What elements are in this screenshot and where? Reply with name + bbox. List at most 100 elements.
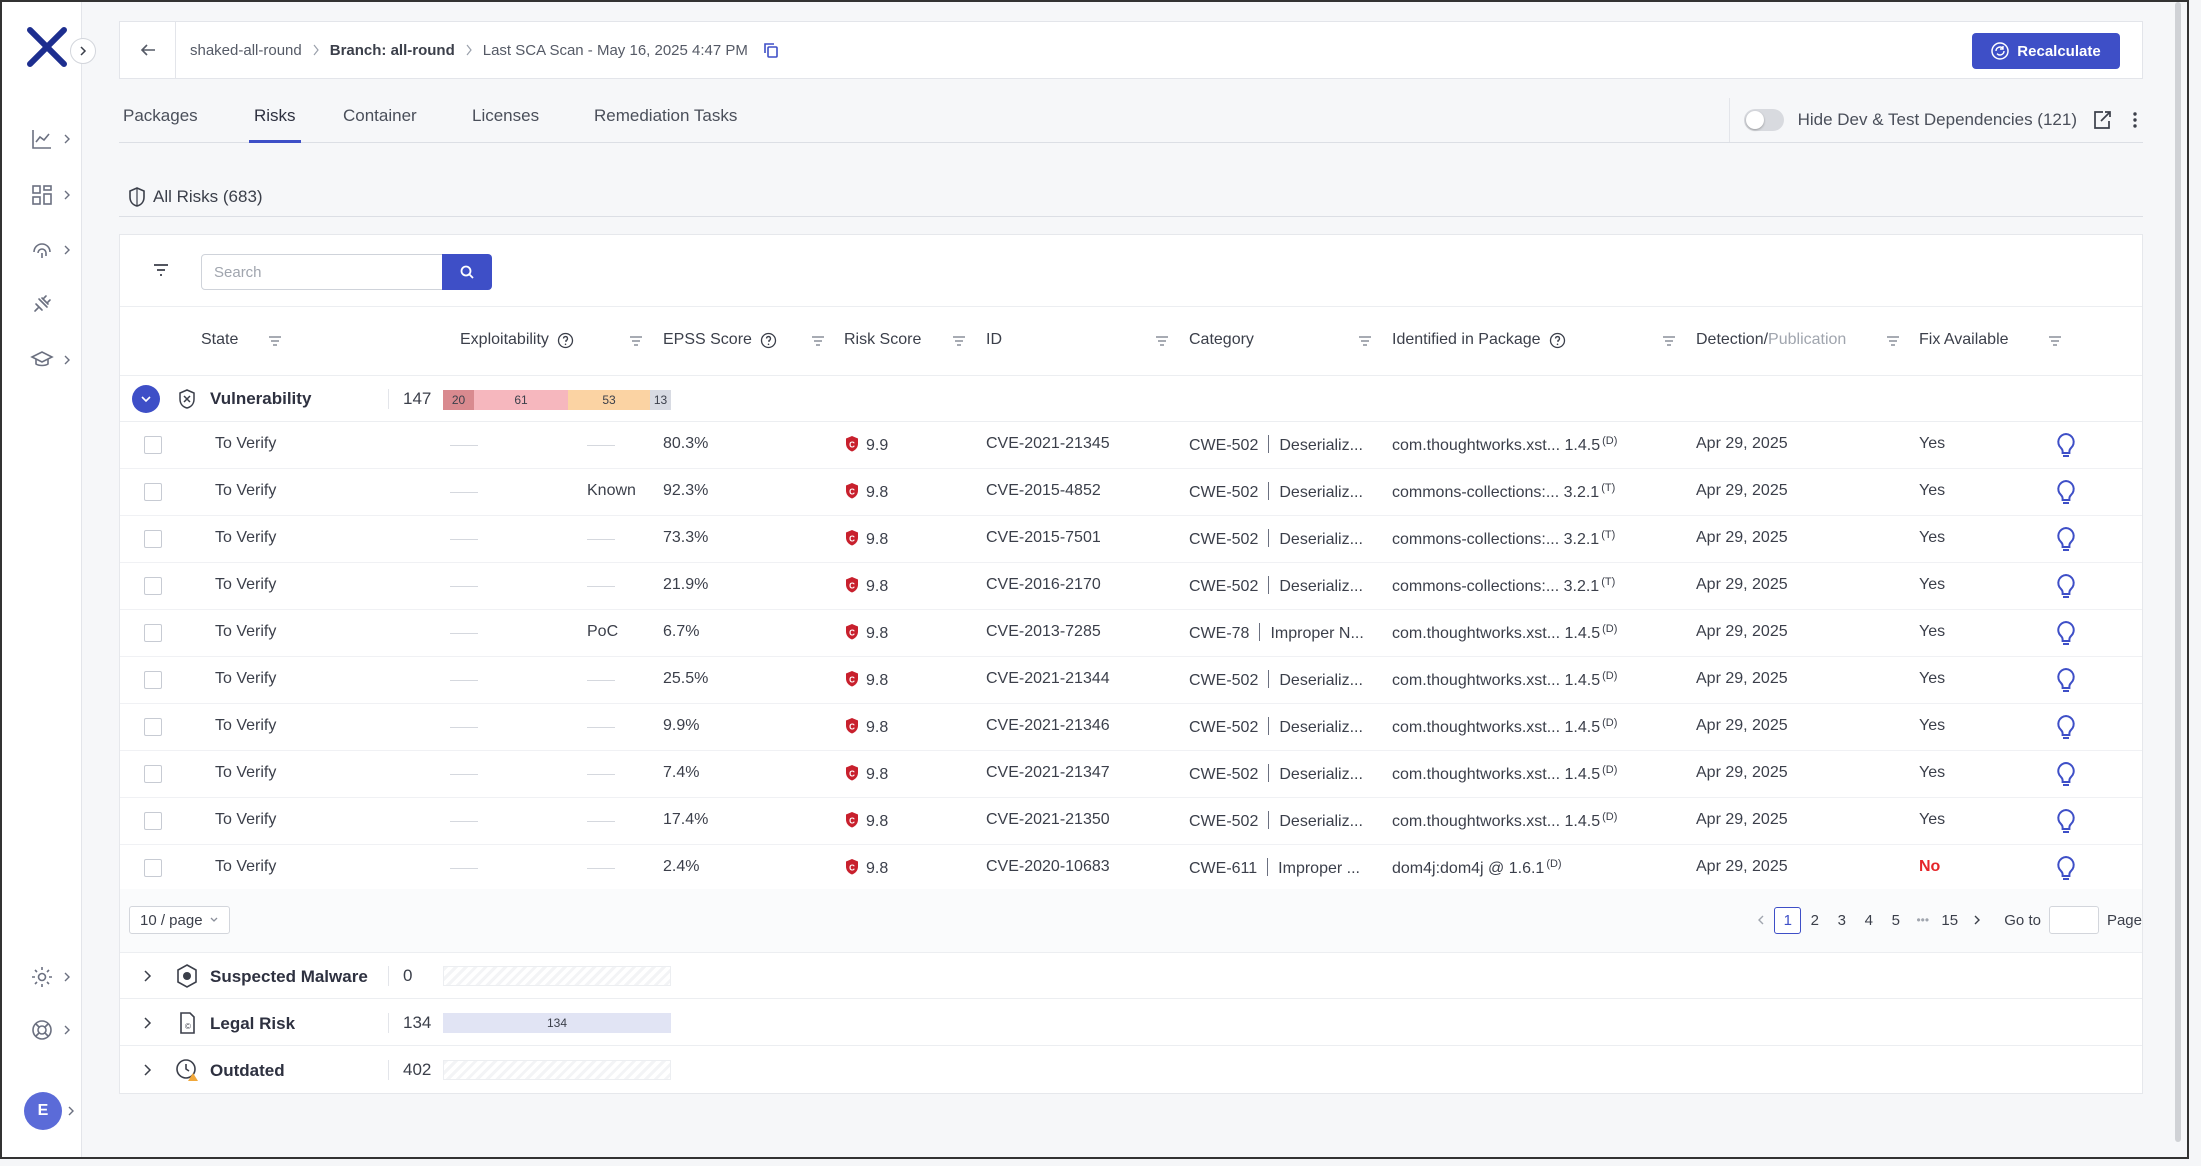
row-checkbox[interactable]: [144, 718, 162, 736]
sidebar-item-plugins[interactable]: [30, 289, 78, 319]
more-vertical-icon[interactable]: [2127, 109, 2143, 131]
lightbulb-icon[interactable]: [2054, 431, 2078, 459]
column-filter-icon[interactable]: [268, 335, 282, 347]
col-risk-score[interactable]: Risk Score: [844, 331, 921, 349]
row-checkbox[interactable]: [144, 530, 162, 548]
column-filter-icon[interactable]: [1662, 335, 1676, 347]
cell-state[interactable]: To Verify: [215, 529, 276, 547]
cell-package[interactable]: dom4j:dom4j @ 1.6.1 (D): [1392, 858, 1562, 878]
lightbulb-icon[interactable]: [2054, 572, 2078, 600]
tab-risks[interactable]: Risks: [249, 106, 301, 143]
row-checkbox[interactable]: [144, 859, 162, 877]
row-checkbox[interactable]: [144, 436, 162, 454]
cell-id[interactable]: CVE-2020-10683: [986, 858, 1110, 876]
page-size-select[interactable]: 10 / page: [129, 906, 230, 934]
cell-state[interactable]: To Verify: [215, 717, 276, 735]
more-pages-button[interactable]: •••: [1909, 907, 1936, 934]
lightbulb-icon[interactable]: [2054, 525, 2078, 553]
help-circle-icon[interactable]: [1549, 332, 1566, 349]
table-row[interactable]: To Verify 17.4% C 9.8 CVE-2021-21350 CWE-502 D…: [120, 798, 2142, 845]
cell-id[interactable]: CVE-2021-21345: [986, 435, 1110, 453]
tab-licenses[interactable]: Licenses: [472, 106, 539, 143]
collapse-group-button[interactable]: [132, 385, 160, 413]
breadcrumb-project[interactable]: shaked-all-round: [190, 42, 302, 59]
cell-package[interactable]: com.thoughtworks.xst... 1.4.5 (D): [1392, 717, 1617, 737]
col-exploitability[interactable]: Exploitability: [460, 331, 574, 349]
cell-package[interactable]: com.thoughtworks.xst... 1.4.5 (D): [1392, 623, 1617, 643]
prev-page-button[interactable]: [1747, 907, 1774, 934]
cell-state[interactable]: To Verify: [215, 576, 276, 594]
cell-package[interactable]: com.thoughtworks.xst... 1.4.5 (D): [1392, 764, 1617, 784]
column-filter-icon[interactable]: [952, 335, 966, 347]
cell-id[interactable]: CVE-2021-21350: [986, 811, 1110, 829]
row-checkbox[interactable]: [144, 624, 162, 642]
col-publication-label[interactable]: Publication: [1768, 331, 1846, 349]
all-risks-label[interactable]: All Risks (683): [153, 187, 263, 207]
search-input[interactable]: [201, 254, 443, 290]
row-checkbox[interactable]: [144, 765, 162, 783]
cell-id[interactable]: CVE-2015-7501: [986, 529, 1101, 547]
chevron-right-icon[interactable]: [142, 1064, 152, 1076]
help-circle-icon[interactable]: [557, 332, 574, 349]
sidebar-item-dashboard[interactable]: [30, 180, 78, 210]
table-row[interactable]: To Verify PoC 6.7% C 9.8 CVE-2013-7285 CWE-78 I…: [120, 610, 2142, 657]
severity-critical-segment[interactable]: 20: [443, 390, 474, 410]
breadcrumb-branch[interactable]: Branch: all-round: [330, 42, 455, 59]
hide-dev-toggle[interactable]: [1743, 109, 1784, 131]
col-epss[interactable]: EPSS Score: [663, 331, 777, 349]
column-filter-icon[interactable]: [1886, 335, 1900, 347]
scrollbar-thumb[interactable]: [2175, 2, 2181, 1142]
page-2-button[interactable]: 2: [1801, 907, 1828, 934]
app-logo[interactable]: [26, 26, 68, 68]
cell-state[interactable]: To Verify: [215, 623, 276, 641]
next-page-button[interactable]: [1963, 907, 1990, 934]
table-row[interactable]: To Verify 73.3% C 9.8 CVE-2015-7501 CWE-502 De…: [120, 516, 2142, 563]
sidebar-item-fingerprint[interactable]: [30, 235, 78, 265]
tab-packages[interactable]: Packages: [123, 106, 198, 143]
cell-state[interactable]: To Verify: [215, 670, 276, 688]
sidebar-expand-button[interactable]: [70, 38, 96, 64]
legal-risk-bar[interactable]: 134: [443, 1013, 671, 1033]
export-icon[interactable]: [2091, 109, 2113, 131]
group-label[interactable]: Outdated: [210, 1061, 285, 1081]
chevron-right-icon[interactable]: [142, 970, 152, 982]
col-category[interactable]: Category: [1189, 331, 1254, 349]
column-filter-icon[interactable]: [1358, 335, 1372, 347]
lightbulb-icon[interactable]: [2054, 619, 2078, 647]
severity-low-segment[interactable]: 13: [650, 390, 671, 410]
cell-package[interactable]: com.thoughtworks.xst... 1.4.5 (D): [1392, 670, 1617, 690]
row-checkbox[interactable]: [144, 577, 162, 595]
lightbulb-icon[interactable]: [2054, 666, 2078, 694]
column-filter-icon[interactable]: [629, 335, 643, 347]
col-package[interactable]: Identified in Package: [1392, 331, 1566, 349]
cell-state[interactable]: To Verify: [215, 482, 276, 500]
cell-id[interactable]: CVE-2013-7285: [986, 623, 1101, 641]
table-row[interactable]: To Verify 21.9% C 9.8 CVE-2016-2170 CWE-502 De…: [120, 563, 2142, 610]
col-state[interactable]: State: [201, 331, 238, 349]
cell-id[interactable]: CVE-2021-21346: [986, 717, 1110, 735]
chevron-right-icon[interactable]: [66, 1106, 76, 1116]
cell-package[interactable]: commons-collections:... 3.2.1 (T): [1392, 576, 1615, 596]
cell-state[interactable]: To Verify: [215, 764, 276, 782]
page-3-button[interactable]: 3: [1828, 907, 1855, 934]
chevron-right-icon[interactable]: [142, 1017, 152, 1029]
tab-container[interactable]: Container: [343, 106, 417, 143]
cell-id[interactable]: CVE-2021-21347: [986, 764, 1110, 782]
back-button[interactable]: [120, 21, 176, 79]
cell-id[interactable]: CVE-2021-21344: [986, 670, 1110, 688]
sidebar-item-settings[interactable]: [30, 962, 78, 992]
severity-medium-segment[interactable]: 53: [568, 390, 650, 410]
group-label[interactable]: Legal Risk: [210, 1014, 295, 1034]
page-15-button[interactable]: 15: [1936, 907, 1963, 934]
cell-state[interactable]: To Verify: [215, 858, 276, 876]
col-fix-available[interactable]: Fix Available: [1919, 331, 2009, 349]
row-checkbox[interactable]: [144, 671, 162, 689]
table-row[interactable]: To Verify 2.4% C 9.8 CVE-2020-10683 CWE-611 Im…: [120, 845, 2142, 892]
user-avatar[interactable]: E: [24, 1092, 62, 1130]
cell-id[interactable]: CVE-2016-2170: [986, 576, 1101, 594]
column-filter-icon[interactable]: [811, 335, 825, 347]
col-id[interactable]: ID: [986, 331, 1002, 349]
copy-icon[interactable]: [762, 41, 780, 59]
cell-package[interactable]: commons-collections:... 3.2.1 (T): [1392, 482, 1615, 502]
tab-remediation-tasks[interactable]: Remediation Tasks: [594, 106, 737, 143]
